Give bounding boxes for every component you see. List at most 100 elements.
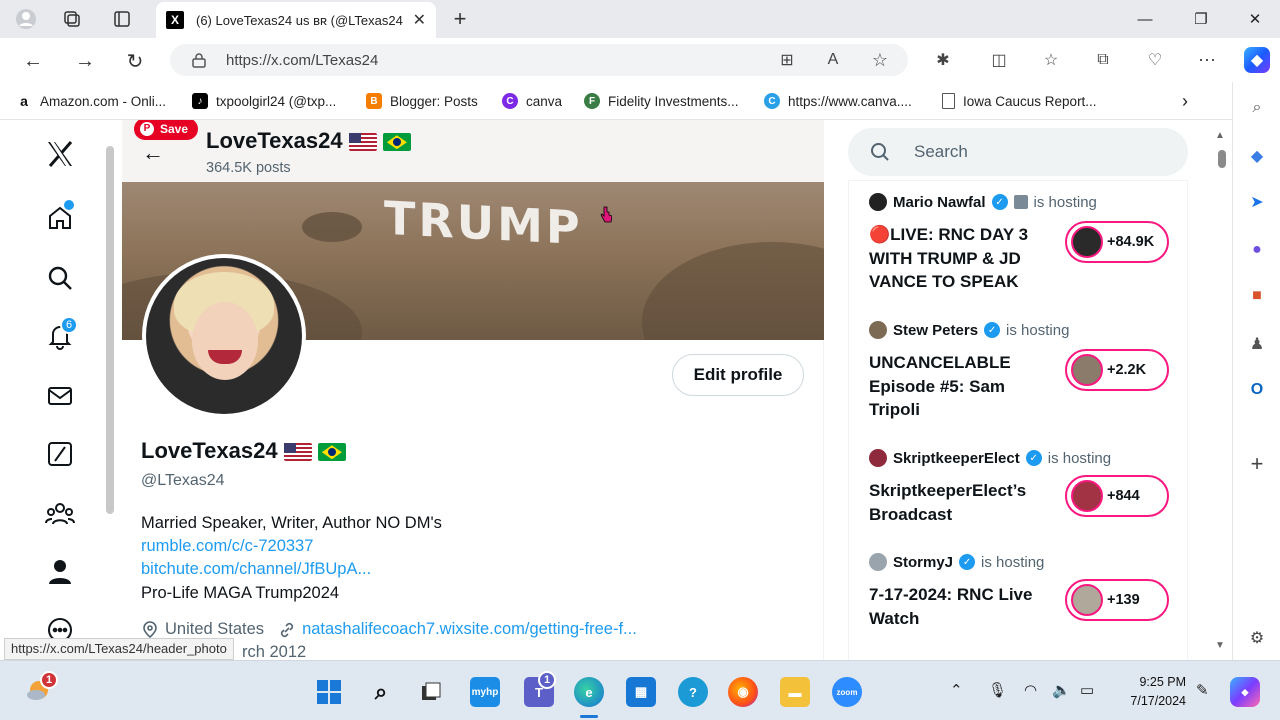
left-scrollbar[interactable] bbox=[106, 146, 114, 514]
document-icon bbox=[942, 93, 955, 109]
split-screen-icon[interactable]: ◫ bbox=[988, 49, 1010, 71]
store-icon[interactable]: ▦ bbox=[626, 677, 656, 707]
restore-icon[interactable]: ❐ bbox=[1186, 7, 1216, 31]
browser-essentials-icon[interactable]: ♡ bbox=[1144, 49, 1166, 71]
space-item[interactable]: Mario Nawfal ✓ is hosting 🔴LIVE: RNC DAY 3… bbox=[869, 193, 1179, 291]
space-listener-count[interactable]: +2.2K bbox=[1065, 349, 1169, 391]
copilot-taskbar-icon[interactable]: ◆ bbox=[1230, 677, 1260, 707]
home-icon[interactable] bbox=[44, 200, 76, 234]
sidebar-tools-icon[interactable]: ■ bbox=[1245, 284, 1269, 308]
teams-icon[interactable]: T 1 bbox=[524, 671, 556, 707]
space-item[interactable]: SkriptkeeperElect ✓ is hosting Skriptkeepe… bbox=[869, 449, 1179, 524]
microphone-icon[interactable]: 🎙 bbox=[988, 681, 1007, 699]
space-listener-count[interactable]: +84.9K bbox=[1065, 221, 1169, 263]
messages-icon[interactable] bbox=[44, 380, 76, 412]
bookmark-canva[interactable]: Ccanva bbox=[502, 91, 562, 111]
bio-link-bitchute[interactable]: bitchute.com/channel/JfBUpA... bbox=[141, 560, 371, 579]
read-aloud-icon[interactable]: A bbox=[822, 49, 844, 71]
hosting-text: is hosting bbox=[981, 553, 1045, 571]
volume-icon[interactable]: 🔈 bbox=[1052, 681, 1071, 699]
x-page: 6 TRUMP P Save ← LoveTexas24 364.5K post… bbox=[0, 120, 1232, 660]
bookmarks-overflow-icon[interactable]: › bbox=[1182, 91, 1188, 111]
avatar-face bbox=[192, 302, 258, 380]
firefox-icon[interactable]: ◉ bbox=[728, 677, 758, 707]
tiktok-icon: ♪ bbox=[192, 93, 208, 109]
sidebar-add-icon[interactable]: + bbox=[1245, 451, 1269, 476]
new-tab-icon[interactable]: + bbox=[448, 6, 472, 31]
file-explorer-icon[interactable]: ▬ bbox=[780, 677, 810, 707]
close-window-icon[interactable]: ✕ bbox=[1240, 7, 1270, 31]
space-item[interactable]: Stew Peters ✓ is hosting UNCANCELABLE Epis… bbox=[869, 321, 1179, 419]
favorites-icon[interactable]: ☆ bbox=[1040, 49, 1062, 71]
website-link[interactable]: natashalifecoach7.wixsite.com/getting-fr… bbox=[302, 620, 637, 639]
banner-hill bbox=[642, 242, 824, 340]
task-view-icon[interactable] bbox=[416, 677, 446, 707]
sidebar-copilot-icon[interactable]: ● bbox=[1245, 238, 1269, 262]
sidebar-games-icon[interactable]: ♟ bbox=[1245, 332, 1269, 356]
show-hidden-icons[interactable]: ⌃ bbox=[950, 681, 963, 699]
communities-icon[interactable] bbox=[44, 498, 76, 530]
edit-profile-button[interactable]: Edit profile bbox=[672, 354, 804, 396]
bookmark-fidelity[interactable]: F Fidelity Investments... bbox=[584, 91, 739, 111]
bookmark-amazon[interactable]: a Amazon.com - Onli... bbox=[16, 91, 166, 111]
bookmark-iowa[interactable]: Iowa Caucus Report... bbox=[942, 91, 1097, 111]
canva-icon: C bbox=[764, 93, 780, 109]
url-text: https://x.com/LTexas24 bbox=[226, 51, 379, 69]
app-available-icon[interactable]: ⊞ bbox=[776, 49, 798, 71]
forward-icon[interactable]: → bbox=[72, 48, 98, 74]
collections-icon[interactable]: ⧉ bbox=[1092, 49, 1114, 71]
clock-date[interactable]: 7/17/2024 bbox=[1112, 694, 1186, 708]
edge-icon[interactable]: e bbox=[574, 677, 604, 707]
help-icon[interactable]: ? bbox=[678, 677, 708, 707]
sidebar-outlook-icon[interactable]: O bbox=[1245, 378, 1269, 402]
bookmark-tiktok[interactable]: ♪ txpoolgirl24 (@txp... bbox=[192, 91, 336, 111]
myhp-icon[interactable]: myhp bbox=[470, 677, 500, 707]
search-input[interactable]: Search bbox=[848, 128, 1188, 176]
minimize-icon[interactable]: — bbox=[1130, 7, 1160, 31]
right-scrollbar[interactable]: ▲ ▼ bbox=[1214, 130, 1226, 651]
profile-icon[interactable] bbox=[14, 7, 38, 31]
tab-active[interactable]: X (6) LoveTexas24 us ʙʀ (@LTexas24 ✕ bbox=[156, 2, 436, 38]
profile-nav-icon[interactable] bbox=[44, 556, 76, 588]
extensions-icon[interactable]: ✱ bbox=[932, 49, 954, 71]
lock-icon[interactable] bbox=[192, 52, 206, 68]
sidebar-tag-icon[interactable]: ◆ bbox=[1245, 144, 1269, 168]
battery-icon[interactable]: ▭ bbox=[1080, 681, 1094, 699]
wifi-icon[interactable]: ◠ bbox=[1024, 681, 1037, 699]
zoom-icon[interactable]: zoom bbox=[832, 677, 862, 707]
weather-widget-icon[interactable]: 1 bbox=[24, 671, 58, 705]
bookmark-blogger[interactable]: B Blogger: Posts bbox=[366, 91, 478, 111]
sidebar-search-icon[interactable]: ⌕ bbox=[1245, 96, 1269, 120]
scroll-up-icon[interactable]: ▲ bbox=[1215, 130, 1225, 141]
back-icon[interactable]: ← bbox=[20, 48, 46, 74]
grok-icon[interactable] bbox=[44, 438, 76, 470]
bookmark-canva-url[interactable]: Chttps://www.canva.... bbox=[764, 91, 912, 111]
refresh-icon[interactable]: ↻ bbox=[122, 48, 148, 74]
close-tab-icon[interactable]: ✕ bbox=[413, 10, 426, 30]
workspaces-icon[interactable] bbox=[60, 7, 84, 31]
favorite-star-icon[interactable]: ☆ bbox=[869, 49, 891, 71]
bio-line: Married Speaker, Writer, Author NO DM's bbox=[141, 514, 442, 532]
clock-time[interactable]: 9:25 PM bbox=[1128, 675, 1186, 689]
sidebar-send-icon[interactable]: ➤ bbox=[1245, 190, 1269, 214]
notifications-icon[interactable]: 6 bbox=[44, 316, 78, 352]
space-listener-count[interactable]: +139 bbox=[1065, 579, 1169, 621]
avatar[interactable] bbox=[142, 254, 306, 418]
space-listener-count[interactable]: +844 bbox=[1065, 475, 1169, 517]
copilot-icon[interactable]: ◆ bbox=[1244, 47, 1270, 73]
brazil-flag-icon bbox=[382, 133, 411, 152]
start-icon[interactable] bbox=[314, 677, 344, 707]
notification-center-icon[interactable]: ✎ bbox=[1196, 681, 1209, 699]
sidebar-settings-icon[interactable]: ⚙ bbox=[1245, 626, 1269, 650]
scroll-thumb[interactable] bbox=[1218, 150, 1226, 168]
scroll-down-icon[interactable]: ▼ bbox=[1215, 640, 1225, 651]
pinterest-save-button[interactable]: P Save bbox=[134, 120, 199, 140]
x-logo-icon[interactable] bbox=[44, 138, 76, 170]
more-menu-icon[interactable]: ⋯ bbox=[1196, 49, 1218, 71]
bio-link-rumble[interactable]: rumble.com/c/c-720337 bbox=[141, 537, 313, 556]
tab-actions-icon[interactable] bbox=[110, 7, 134, 31]
back-arrow-icon[interactable]: ← bbox=[142, 140, 164, 166]
taskbar-search-icon[interactable]: ⌕ bbox=[366, 677, 396, 707]
space-item[interactable]: StormyJ ✓ is hosting 7-17-2024: RNC Live W… bbox=[869, 553, 1179, 628]
explore-icon[interactable] bbox=[44, 262, 76, 294]
